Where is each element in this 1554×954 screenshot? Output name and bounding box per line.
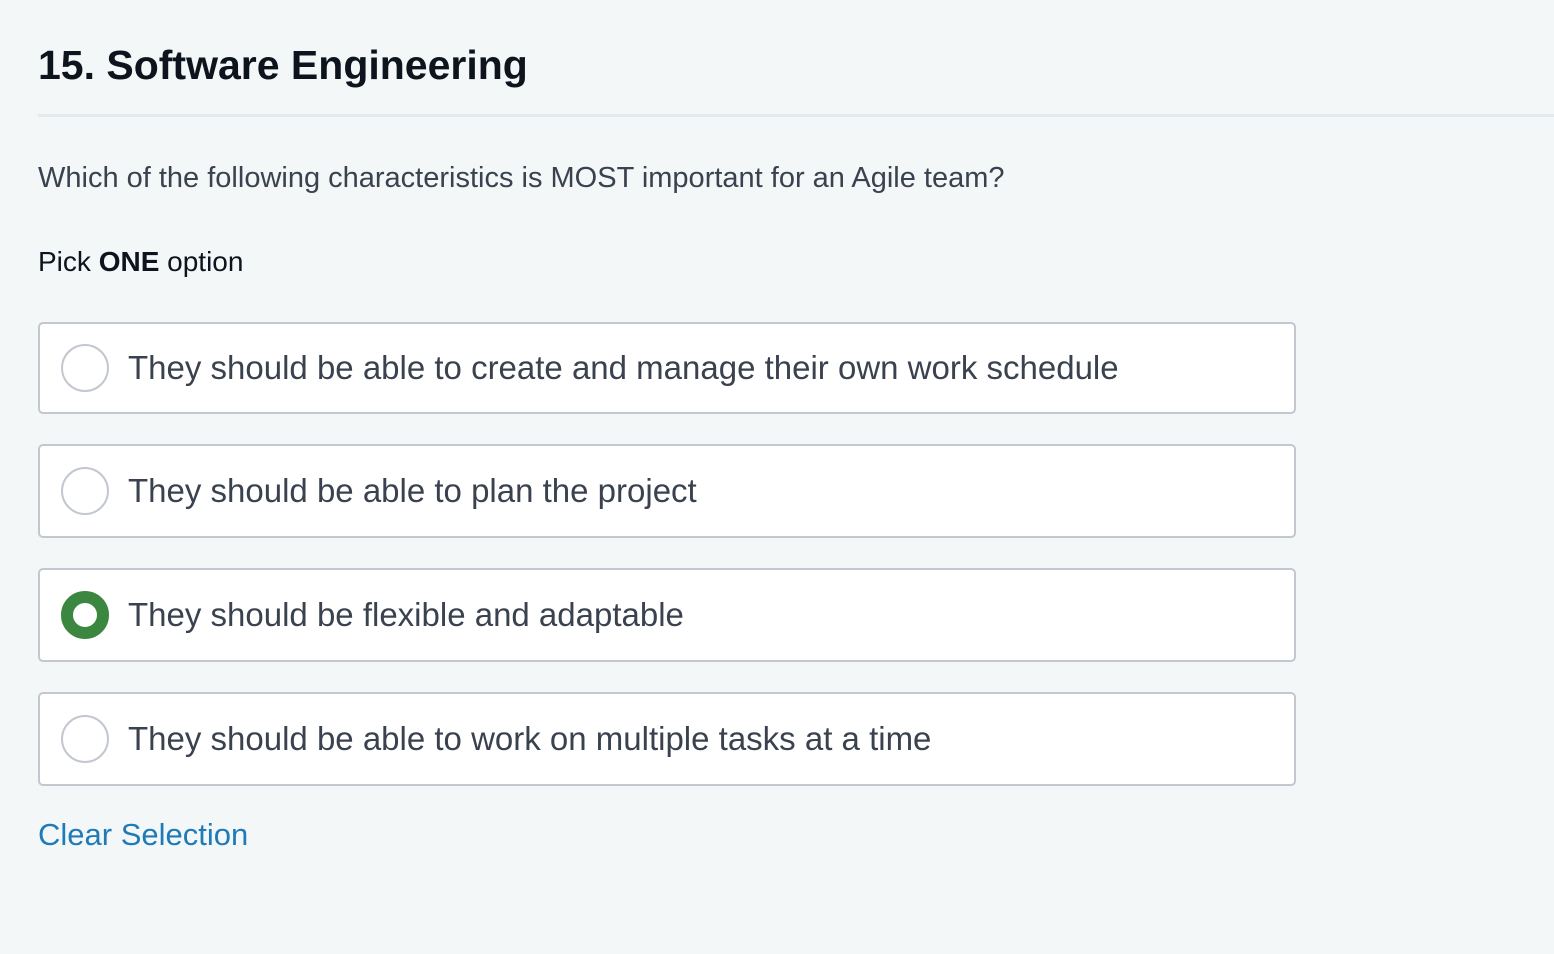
option-2[interactable]: They should be able to plan the project <box>38 444 1296 538</box>
option-1[interactable]: They should be able to create and manage… <box>38 322 1296 414</box>
instruction-text: Pick ONE option <box>38 242 243 282</box>
radio-button-3[interactable] <box>61 591 109 639</box>
instruction-emphasis: ONE <box>98 246 160 277</box>
question-title: 15. Software Engineering <box>38 42 528 88</box>
radio-button-4[interactable] <box>61 715 109 763</box>
radio-button-2[interactable] <box>61 467 109 515</box>
clear-selection-link[interactable]: Clear Selection <box>38 814 248 856</box>
option-label-3: They should be flexible and adaptable <box>128 596 684 633</box>
question-prompt: Which of the following characteristics i… <box>38 162 1005 194</box>
option-4[interactable]: They should be able to work on multiple … <box>38 692 1296 786</box>
option-label-2: They should be able to plan the project <box>128 472 697 509</box>
radio-button-1[interactable] <box>61 344 109 392</box>
option-label-1: They should be able to create and manage… <box>128 349 1119 386</box>
title-divider <box>38 114 1554 117</box>
option-3[interactable]: They should be flexible and adaptable <box>38 568 1296 662</box>
options-list: They should be able to create and manage… <box>38 322 1296 786</box>
option-label-4: They should be able to work on multiple … <box>128 720 932 757</box>
instruction-suffix: option <box>159 246 244 277</box>
instruction-prefix: Pick <box>38 246 99 277</box>
